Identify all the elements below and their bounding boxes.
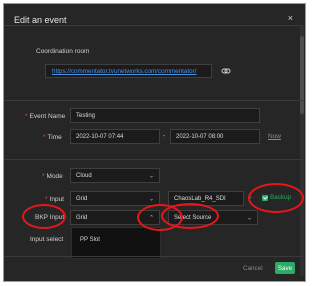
dialog-title: Edit an event — [14, 15, 67, 25]
section-divider-1 — [4, 100, 303, 101]
mode-label: * Mode — [42, 173, 63, 180]
bkp-input-dropdown-menu: PP Slot — [71, 227, 161, 259]
input-select-label: Input select — [30, 236, 64, 243]
chevron-down-icon: ⌄ — [246, 214, 252, 221]
mode-select[interactable]: Cloud ⌄ — [70, 168, 160, 183]
section-divider-2 — [4, 159, 303, 160]
input-type-select[interactable]: Grid ⌄ — [70, 191, 160, 206]
cancel-button[interactable]: Cancel — [243, 265, 263, 272]
event-name-input[interactable]: Testing — [70, 108, 260, 123]
header-divider — [4, 25, 303, 26]
time-label: * Time — [43, 134, 62, 141]
dropdown-option-pp-slot[interactable]: PP Slot — [80, 237, 100, 243]
scroll-thumb[interactable] — [300, 36, 304, 114]
coordination-url-box: https://commentator.tvunetworks.com/comm… — [45, 64, 212, 78]
coordination-room-label: Coordination room — [36, 48, 90, 55]
bkp-input-type-value: Grid — [76, 214, 88, 221]
now-link[interactable]: Now — [268, 133, 281, 140]
scrollbar[interactable] — [300, 26, 304, 276]
mode-value: Cloud — [76, 172, 92, 179]
chevron-down-icon: ⌄ — [148, 195, 154, 202]
callout-backup-checkbox — [248, 183, 304, 213]
close-icon[interactable]: × — [288, 13, 293, 23]
callout-select-source — [161, 203, 219, 229]
footer-divider — [4, 256, 303, 257]
start-time-input[interactable]: 2022-10-07 07:44 — [70, 129, 160, 144]
end-time-input[interactable]: 2022-10-07 08:00 — [170, 129, 260, 144]
callout-bkp-input-label — [22, 204, 66, 229]
chevron-down-icon: ⌄ — [148, 172, 154, 179]
time-separator: - — [163, 133, 166, 140]
save-button[interactable]: Save — [275, 262, 295, 274]
coordination-url-link[interactable]: https://commentator.tvunetworks.com/comm… — [52, 68, 197, 75]
input-type-value: Grid — [76, 195, 88, 202]
copy-link-icon[interactable] — [221, 66, 231, 76]
event-name-label: * Event Name — [25, 113, 66, 120]
input-label: * Input — [45, 196, 64, 203]
